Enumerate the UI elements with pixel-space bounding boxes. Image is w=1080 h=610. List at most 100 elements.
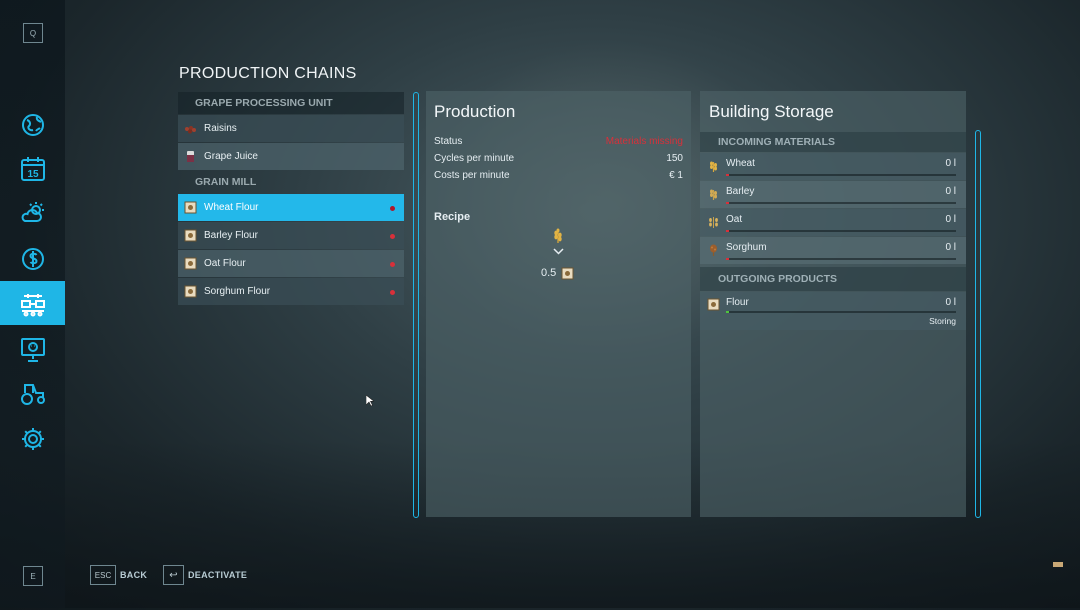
alert-indicator <box>390 206 395 211</box>
storage-item-name: Barley <box>726 186 755 197</box>
storage-scrollbar[interactable] <box>975 130 981 518</box>
status-label: Status <box>434 135 463 147</box>
storage-row-wheat[interactable]: Wheat 0 l <box>700 153 966 180</box>
chain-item-raisins[interactable]: Raisins <box>178 115 404 142</box>
chain-item-sorghum-flour[interactable]: Sorghum Flour <box>178 278 404 305</box>
page-title: PRODUCTION CHAINS <box>179 65 357 82</box>
fill-level-bar <box>726 311 956 313</box>
finances-icon <box>21 248 44 270</box>
storage-title: Building Storage <box>709 102 834 121</box>
globe-map-icon <box>21 114 44 136</box>
raisins-icon <box>184 122 197 135</box>
sidebar: Q 15 E <box>0 0 65 608</box>
nav-weather[interactable] <box>0 191 65 235</box>
next-page-key[interactable]: E <box>23 566 43 586</box>
deactivate-key[interactable]: ↩ <box>163 565 184 585</box>
vehicles-icon <box>20 384 45 405</box>
flour-sack-icon <box>561 267 574 280</box>
wheat-icon <box>554 228 562 243</box>
deactivate-button[interactable]: DEACTIVATE <box>188 570 247 580</box>
storage-row-flour[interactable]: Flour 0 l Storing <box>700 292 966 330</box>
chain-item-label: Raisins <box>204 123 237 134</box>
costs-label: Costs per minute <box>434 169 510 181</box>
nav-settings[interactable] <box>0 417 65 461</box>
production-panel: Production Status Materials missing Cycl… <box>426 91 691 517</box>
fill-level <box>726 174 730 176</box>
production-chains-icon <box>20 294 45 317</box>
storage-row-sorghum[interactable]: Sorghum 0 l <box>700 237 966 264</box>
flour-sack-icon <box>184 229 197 242</box>
mouse-cursor-icon <box>366 395 374 407</box>
building-storage-panel: Building Storage INCOMING MATERIALS Whea… <box>700 91 966 517</box>
storage-item-amount: 0 l <box>945 297 956 308</box>
chain-item-oat-flour[interactable]: Oat Flour <box>178 250 404 277</box>
animals-icon <box>20 338 45 362</box>
flour-sack-icon <box>184 257 197 270</box>
grape-juice-icon <box>184 150 197 163</box>
storage-item-name: Oat <box>726 214 743 225</box>
weather-icon <box>21 202 44 222</box>
recipe-label: Recipe <box>434 211 471 223</box>
chain-item-label: Grape Juice <box>204 151 258 162</box>
fill-level-bar <box>726 202 956 204</box>
fill-level <box>726 230 730 232</box>
production-chain-list: GRAPE PROCESSING UNIT Raisins Grape Juic… <box>178 92 404 305</box>
back-key[interactable]: ESC <box>90 565 116 585</box>
fill-level-bar <box>726 258 956 260</box>
chain-item-grape-juice[interactable]: Grape Juice <box>178 143 404 170</box>
calendar-day: 15 <box>27 169 39 180</box>
cycles-value: 150 <box>666 152 683 164</box>
storage-row-oat[interactable]: Oat 0 l <box>700 209 966 236</box>
storage-mode[interactable]: Storing <box>929 316 956 326</box>
flour-sack-icon <box>707 298 720 311</box>
storage-row-barley[interactable]: Barley 0 l <box>700 181 966 208</box>
nav-animals[interactable] <box>0 327 65 371</box>
flour-sack-icon <box>184 201 197 214</box>
storage-item-amount: 0 l <box>945 186 956 197</box>
cycles-row: Cycles per minute 150 <box>434 150 683 166</box>
costs-value: € 1 <box>669 169 683 181</box>
wheat-icon <box>710 161 717 172</box>
oat-icon <box>709 217 718 228</box>
group-header-grape: GRAPE PROCESSING UNIT <box>178 92 404 114</box>
status-row: Status Materials missing <box>434 133 683 149</box>
prev-page-key[interactable]: Q <box>23 23 43 43</box>
production-title: Production <box>434 102 516 121</box>
notification-icon <box>1053 562 1063 567</box>
nav-vehicles[interactable] <box>0 371 65 415</box>
outgoing-header: OUTGOING PRODUCTS <box>700 267 966 291</box>
chain-item-label: Oat Flour <box>204 258 246 269</box>
chain-item-wheat-flour[interactable]: Wheat Flour <box>178 194 404 221</box>
incoming-header: INCOMING MATERIALS <box>700 132 966 152</box>
back-button[interactable]: BACK <box>120 570 147 580</box>
barley-icon <box>710 189 717 200</box>
chain-item-label: Sorghum Flour <box>204 286 271 297</box>
storage-item-amount: 0 l <box>945 242 956 253</box>
cycles-label: Cycles per minute <box>434 152 515 164</box>
chain-item-barley-flour[interactable]: Barley Flour <box>178 222 404 249</box>
group-header-grain-mill: GRAIN MILL <box>195 176 257 188</box>
storage-item-name: Wheat <box>726 158 755 169</box>
alert-indicator <box>390 262 395 267</box>
chain-item-label: Barley Flour <box>204 230 258 241</box>
fill-level <box>726 311 730 313</box>
storage-list: INCOMING MATERIALS Wheat 0 l Barley 0 l … <box>700 132 966 330</box>
nav-production[interactable] <box>0 281 65 325</box>
chain-item-label: Wheat Flour <box>204 202 259 213</box>
flour-sack-icon <box>184 285 197 298</box>
nav-calendar[interactable]: 15 <box>0 147 65 191</box>
nav-finances[interactable] <box>0 237 65 281</box>
fill-level-bar <box>726 174 956 176</box>
storage-item-name: Sorghum <box>726 242 767 253</box>
alert-indicator <box>390 290 395 295</box>
fill-level-bar <box>726 230 956 232</box>
storage-item-amount: 0 l <box>945 214 956 225</box>
alert-indicator <box>390 234 395 239</box>
chain-list-scrollbar[interactable] <box>413 92 419 518</box>
fill-level <box>726 258 730 260</box>
settings-gear-icon <box>21 428 44 450</box>
storage-item-name: Flour <box>726 297 749 308</box>
chevron-down-icon <box>553 248 564 255</box>
sorghum-icon <box>710 244 717 256</box>
nav-map[interactable] <box>0 103 65 147</box>
